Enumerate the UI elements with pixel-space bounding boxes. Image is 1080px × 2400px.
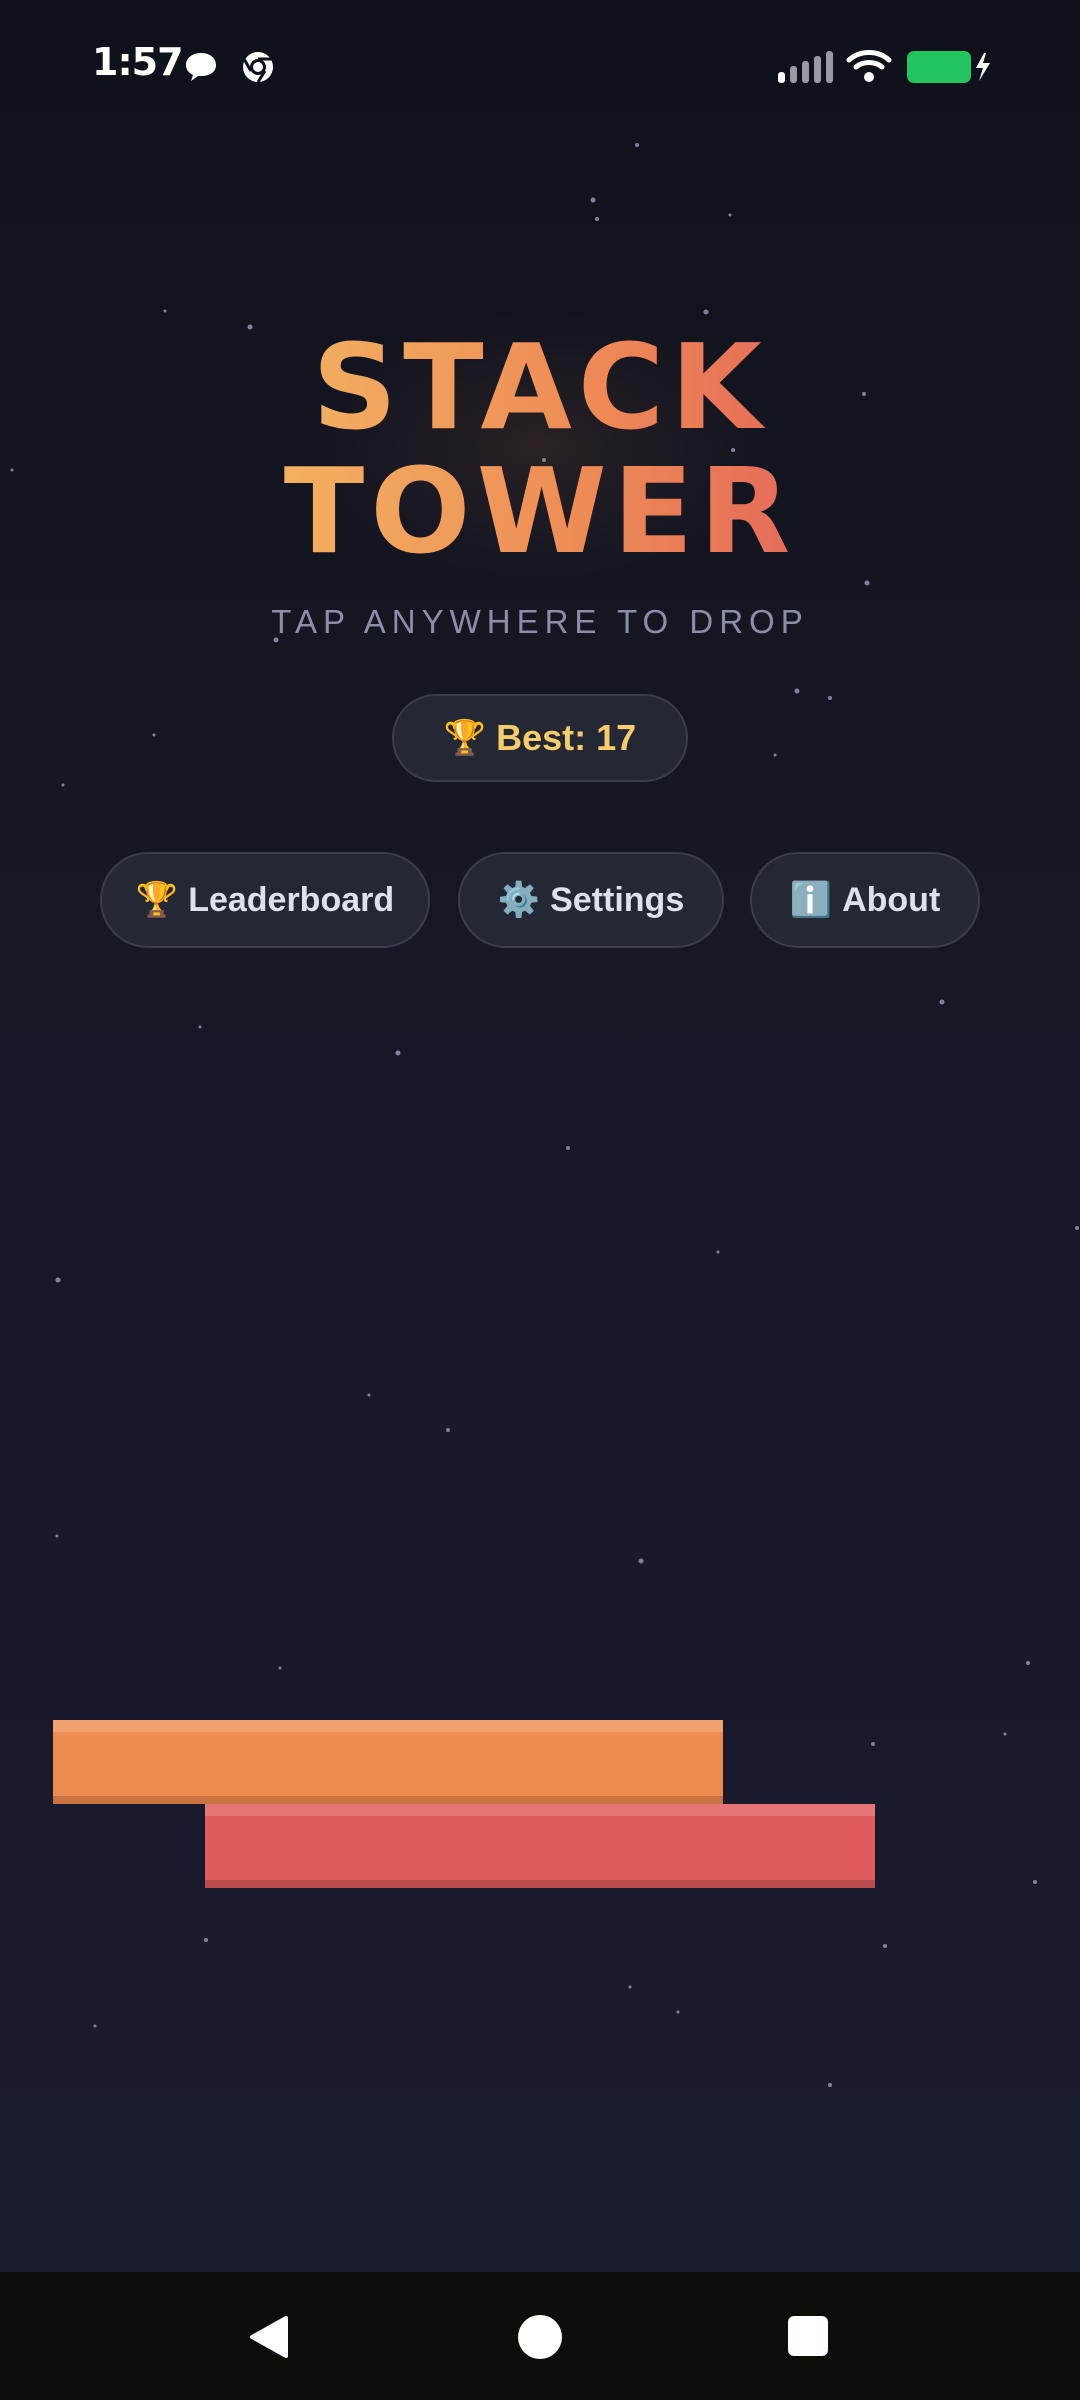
status-time: 1:57 bbox=[92, 40, 184, 84]
signal-icon bbox=[778, 51, 833, 83]
best-score-label: Best: bbox=[496, 717, 587, 758]
trophy-icon: 🏆 bbox=[443, 718, 487, 758]
info-icon: ℹ️ bbox=[789, 880, 833, 920]
stacked-block-red bbox=[205, 1804, 875, 1888]
trophy-icon: 🏆 bbox=[135, 880, 179, 920]
game-subtitle: TAP ANYWHERE TO DROP bbox=[271, 603, 809, 640]
settings-button[interactable]: ⚙️ Settings bbox=[458, 852, 724, 948]
gear-icon: ⚙️ bbox=[497, 880, 541, 920]
chrome-icon bbox=[242, 52, 273, 83]
moving-block-orange bbox=[53, 1720, 723, 1804]
leaderboard-label: Leaderboard bbox=[188, 880, 395, 919]
best-score-badge: 🏆 Best: 17 bbox=[392, 694, 688, 782]
settings-label: Settings bbox=[550, 880, 685, 919]
battery-charging-icon bbox=[907, 51, 990, 83]
wifi-icon bbox=[846, 50, 892, 82]
about-button[interactable]: ℹ️ About bbox=[750, 852, 980, 948]
leaderboard-button[interactable]: 🏆 Leaderboard bbox=[100, 852, 430, 948]
system-nav-bar bbox=[0, 2272, 1080, 2400]
status-bar: 1:57 bbox=[0, 0, 1080, 130]
about-label: About bbox=[842, 880, 941, 919]
best-score-value: 17 bbox=[596, 717, 637, 758]
recents-icon[interactable] bbox=[787, 2315, 829, 2357]
home-icon[interactable] bbox=[517, 2314, 563, 2360]
back-icon[interactable] bbox=[246, 2314, 292, 2360]
chat-bubble-icon bbox=[186, 53, 216, 81]
game-title-line2: TOWER bbox=[0, 442, 1080, 580]
game-title-line1: STACK bbox=[0, 318, 1080, 456]
